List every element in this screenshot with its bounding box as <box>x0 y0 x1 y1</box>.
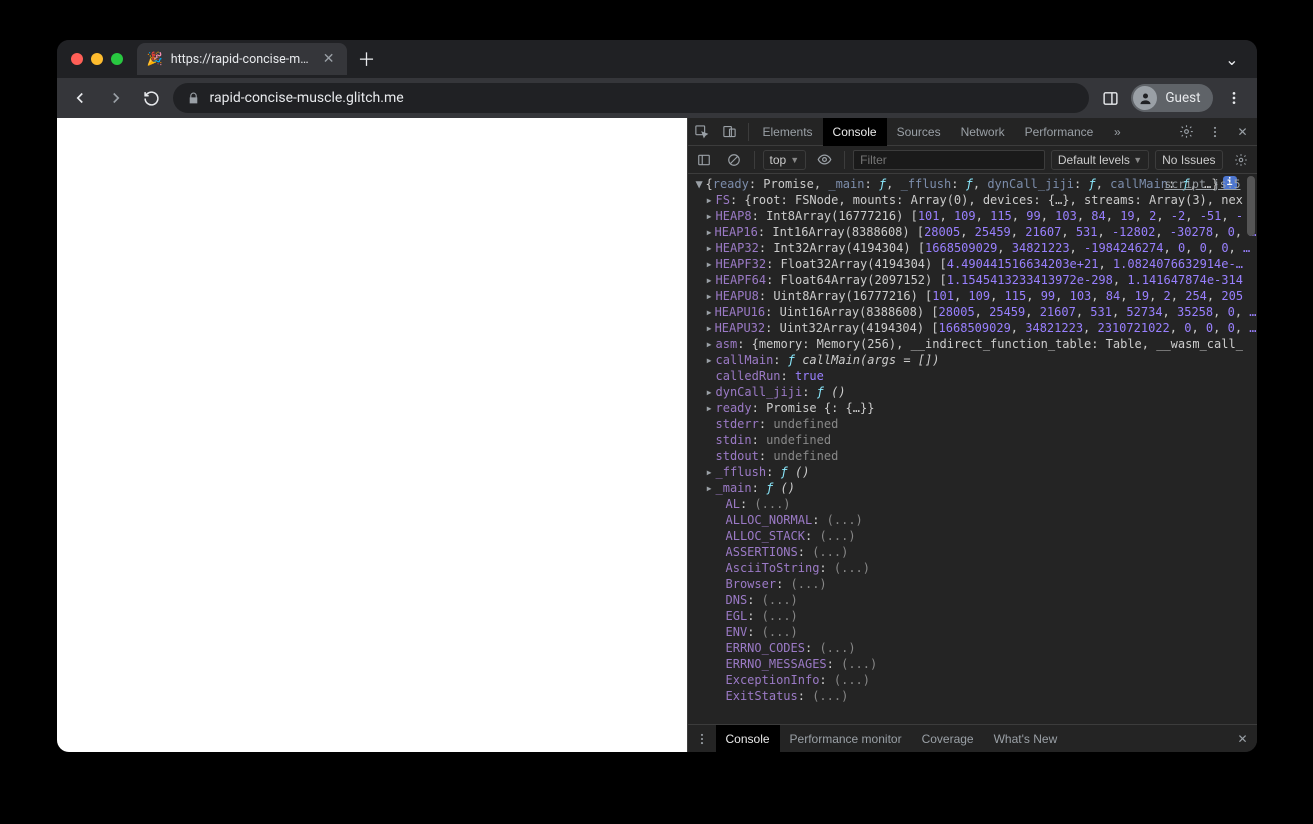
menu-button[interactable] <box>1219 83 1249 113</box>
object-property-row[interactable]: stdin: undefined <box>688 432 1257 448</box>
drawer-tab-coverage[interactable]: Coverage <box>912 725 984 753</box>
drawer-kebab-icon[interactable] <box>688 725 716 753</box>
content-area: Elements Console Sources Network Perform… <box>57 118 1257 752</box>
maximize-window-button[interactable] <box>111 53 123 65</box>
object-property-row[interactable]: ▸HEAP16: Int16Array(8388608) [28005, 254… <box>688 224 1257 240</box>
device-toolbar-icon[interactable] <box>716 118 744 146</box>
clear-console-icon[interactable] <box>722 148 746 172</box>
toggle-sidebar-icon[interactable] <box>692 148 716 172</box>
close-tab-button[interactable]: ✕ <box>321 51 337 67</box>
filter-input[interactable] <box>853 150 1045 170</box>
source-link[interactable]: script.js:5 <box>1164 176 1240 192</box>
favicon-icon: 🎉 <box>147 52 163 67</box>
object-property-row[interactable]: ▸HEAPF32: Float32Array(4194304) [4.49044… <box>688 256 1257 272</box>
lock-icon <box>187 92 200 105</box>
browser-window: 🎉 https://rapid-concise-muscle.g ✕ ＋ ⌄ r… <box>57 40 1257 752</box>
devtools-drawer: Console Performance monitor Coverage Wha… <box>688 724 1257 752</box>
object-lazy-property-row[interactable]: ENV: (...) <box>688 624 1257 640</box>
minimize-window-button[interactable] <box>91 53 103 65</box>
object-lazy-property-row[interactable]: ASSERTIONS: (...) <box>688 544 1257 560</box>
kebab-icon[interactable] <box>1201 118 1229 146</box>
drawer-tab-performance-monitor[interactable]: Performance monitor <box>780 725 912 753</box>
console-toolbar: top▼ Default levels ▼ No Issues <box>688 146 1257 174</box>
inspect-element-icon[interactable] <box>688 118 716 146</box>
drawer-tab-whats-new[interactable]: What's New <box>984 725 1068 753</box>
object-property-row[interactable]: ▸_fflush: ƒ () <box>688 464 1257 480</box>
side-panel-button[interactable] <box>1095 83 1125 113</box>
close-drawer-button[interactable]: ✕ <box>1229 725 1257 753</box>
tab-console[interactable]: Console <box>823 118 887 146</box>
object-property-row[interactable]: ▸FS: {root: FSNode, mounts: Array(0), de… <box>688 192 1257 208</box>
object-property-row[interactable]: calledRun: true <box>688 368 1257 384</box>
page-viewport[interactable] <box>57 118 687 752</box>
object-lazy-property-row[interactable]: ERRNO_CODES: (...) <box>688 640 1257 656</box>
devtools-tabbar: Elements Console Sources Network Perform… <box>688 118 1257 146</box>
reload-button[interactable] <box>137 83 167 113</box>
object-property-row[interactable]: ▸callMain: ƒ callMain(args = []) <box>688 352 1257 368</box>
object-property-row[interactable]: ▸HEAPU16: Uint16Array(8388608) [28005, 2… <box>688 304 1257 320</box>
url-text: rapid-concise-muscle.glitch.me <box>210 90 404 106</box>
tab-performance[interactable]: Performance <box>1015 118 1104 146</box>
object-lazy-property-row[interactable]: ALLOC_STACK: (...) <box>688 528 1257 544</box>
object-lazy-property-row[interactable]: DNS: (...) <box>688 592 1257 608</box>
profile-label: Guest <box>1165 90 1200 106</box>
browser-tab[interactable]: 🎉 https://rapid-concise-muscle.g ✕ <box>137 43 347 75</box>
object-lazy-property-row[interactable]: AL: (...) <box>688 496 1257 512</box>
object-property-row[interactable]: ▸HEAP32: Int32Array(4194304) [1668509029… <box>688 240 1257 256</box>
object-property-row[interactable]: ▸dynCall_jiji: ƒ () <box>688 384 1257 400</box>
object-property-row[interactable]: ▸asm: {memory: Memory(256), __indirect_f… <box>688 336 1257 352</box>
object-property-row[interactable]: ▸HEAP8: Int8Array(16777216) [101, 109, 1… <box>688 208 1257 224</box>
more-tabs-icon[interactable]: » <box>1103 118 1131 146</box>
issues-chip[interactable]: No Issues <box>1155 150 1222 170</box>
object-property-row[interactable]: stdout: undefined <box>688 448 1257 464</box>
console-output[interactable]: script.js:5 ▼{ready: Promise, _main: ƒ, … <box>688 174 1257 724</box>
console-settings-icon[interactable] <box>1229 148 1253 172</box>
new-tab-button[interactable]: ＋ <box>353 45 381 73</box>
settings-icon[interactable] <box>1173 118 1201 146</box>
tab-network[interactable]: Network <box>951 118 1015 146</box>
levels-selector[interactable]: Default levels ▼ <box>1051 150 1149 170</box>
object-lazy-property-row[interactable]: ExitStatus: (...) <box>688 688 1257 704</box>
tab-sources[interactable]: Sources <box>887 118 951 146</box>
object-lazy-property-row[interactable]: AsciiToString: (...) <box>688 560 1257 576</box>
tab-strip: 🎉 https://rapid-concise-muscle.g ✕ ＋ ⌄ <box>57 40 1257 78</box>
scrollbar-thumb[interactable] <box>1247 176 1255 236</box>
forward-button[interactable] <box>101 83 131 113</box>
tab-title: https://rapid-concise-muscle.g <box>171 52 313 67</box>
object-property-row[interactable]: stderr: undefined <box>688 416 1257 432</box>
devtools-panel: Elements Console Sources Network Perform… <box>687 118 1257 752</box>
close-window-button[interactable] <box>71 53 83 65</box>
context-selector[interactable]: top▼ <box>763 150 807 170</box>
object-lazy-property-row[interactable]: ExceptionInfo: (...) <box>688 672 1257 688</box>
object-property-row[interactable]: ▸HEAPU8: Uint8Array(16777216) [101, 109,… <box>688 288 1257 304</box>
window-chevron-icon[interactable]: ⌄ <box>1215 50 1248 69</box>
object-lazy-property-row[interactable]: EGL: (...) <box>688 608 1257 624</box>
object-lazy-property-row[interactable]: ALLOC_NORMAL: (...) <box>688 512 1257 528</box>
browser-toolbar: rapid-concise-muscle.glitch.me Guest <box>57 78 1257 118</box>
close-devtools-button[interactable]: ✕ <box>1229 118 1257 146</box>
object-lazy-property-row[interactable]: ERRNO_MESSAGES: (...) <box>688 656 1257 672</box>
address-bar[interactable]: rapid-concise-muscle.glitch.me <box>173 83 1090 113</box>
drawer-tab-console[interactable]: Console <box>716 725 780 753</box>
live-expression-icon[interactable] <box>812 148 836 172</box>
object-property-row[interactable]: ▸HEAPU32: Uint32Array(4194304) [16685090… <box>688 320 1257 336</box>
back-button[interactable] <box>65 83 95 113</box>
object-property-row[interactable]: ▸_main: ƒ () <box>688 480 1257 496</box>
window-controls <box>71 53 123 65</box>
object-property-row[interactable]: ▸HEAPF64: Float64Array(2097152) [1.15454… <box>688 272 1257 288</box>
object-property-row[interactable]: ▸ready: Promise {: {…}} <box>688 400 1257 416</box>
profile-chip[interactable]: Guest <box>1131 84 1212 112</box>
object-lazy-property-row[interactable]: Browser: (...) <box>688 576 1257 592</box>
tab-elements[interactable]: Elements <box>753 118 823 146</box>
avatar-icon <box>1133 86 1157 110</box>
